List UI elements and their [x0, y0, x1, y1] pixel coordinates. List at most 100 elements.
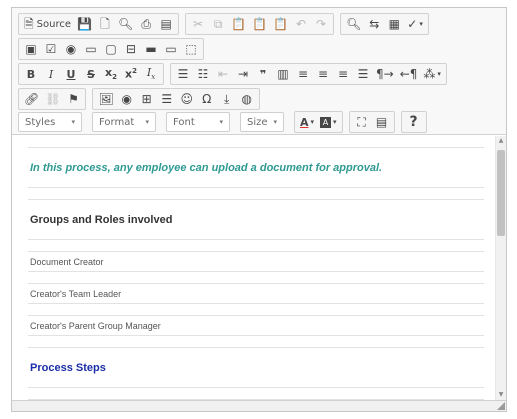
create-div-button[interactable]: ▥ — [273, 65, 293, 83]
text-field-icon: ▭ — [85, 42, 97, 56]
anchor-button[interactable]: ⚑ — [63, 90, 83, 108]
vertical-scrollbar[interactable]: ▲ ▼ — [495, 136, 506, 400]
chevron-down-icon: ▾ — [333, 117, 337, 126]
undo-button[interactable]: ↶ — [291, 15, 311, 33]
editor-bottom-bar — [12, 400, 506, 411]
new-page-button[interactable]: 🗋 — [95, 15, 115, 33]
print-button[interactable]: ⎙ — [136, 15, 156, 33]
paste-text-button[interactable]: 📋 — [249, 15, 270, 33]
resize-grip-icon[interactable] — [497, 402, 505, 410]
remove-format-button[interactable]: Ix — [141, 65, 161, 83]
styles-combo[interactable]: Styles ▾ — [18, 112, 82, 132]
subscript-button[interactable]: x2 — [101, 65, 121, 83]
form-button[interactable]: ▣ — [21, 40, 41, 58]
textarea-button[interactable]: ▢ — [101, 40, 121, 58]
italic-button[interactable]: I — [41, 65, 61, 83]
blockquote-button[interactable]: ❞ — [253, 65, 273, 83]
text-color-button[interactable]: A ▾ — [297, 113, 317, 131]
text-color-icon: A — [300, 115, 309, 129]
ltr-button[interactable]: ¶→ — [373, 65, 397, 83]
chevron-down-icon: ▾ — [437, 69, 441, 78]
superscript-button[interactable]: x2 — [121, 65, 141, 83]
copy-button[interactable]: ⧉ — [208, 15, 228, 33]
checkbox-button[interactable]: ☑ — [41, 40, 61, 58]
scroll-up-arrow-icon[interactable]: ▲ — [496, 136, 506, 146]
align-center-button[interactable]: ≡ — [313, 65, 333, 83]
new-page-icon: 🗋 — [100, 17, 110, 31]
source-button[interactable]: 🗎 Source — [21, 15, 74, 33]
checkbox-icon: ☑ — [45, 42, 57, 56]
unlink-button[interactable]: ⛓ — [42, 90, 63, 108]
iframe-button[interactable]: ◍ — [237, 90, 257, 108]
paste-button[interactable]: 📋 — [228, 15, 249, 33]
underline-icon: U — [66, 67, 76, 81]
paste-word-button[interactable]: 📋 — [270, 15, 291, 33]
table-row — [28, 187, 484, 200]
size-combo[interactable]: Size ▾ — [240, 112, 284, 132]
preview-button[interactable]: 🔍︎ — [115, 15, 136, 33]
insert-group: 🖼︎ ◉ ⊞ ☰ ☺ Ω ⤓ ◍ — [92, 88, 260, 110]
replace-button[interactable]: ⇆ — [364, 15, 384, 33]
intro-text: In this process, any employee can upload… — [28, 147, 484, 188]
chevron-down-icon: ▾ — [71, 118, 75, 126]
table-button[interactable]: ⊞ — [137, 90, 157, 108]
numbered-list-button[interactable]: ☰ — [173, 65, 193, 83]
image-button-button[interactable]: ▭ — [161, 40, 181, 58]
select-all-button[interactable]: ▦ — [384, 15, 404, 33]
spellcheck-button[interactable]: ✓ ▾ — [404, 15, 426, 33]
table-row: Creator's Team Leader — [28, 283, 484, 304]
show-blocks-button[interactable]: ▤ — [372, 113, 392, 131]
hidden-field-icon: ⬚ — [185, 42, 197, 56]
smiley-icon: ☺ — [180, 92, 193, 106]
justify-button[interactable]: ☰ — [353, 65, 373, 83]
scroll-down-arrow-icon[interactable]: ▼ — [496, 390, 506, 400]
hidden-field-button[interactable]: ⬚ — [181, 40, 201, 58]
steps-heading: Process Steps — [28, 347, 484, 388]
smiley-button[interactable]: ☺ — [177, 90, 197, 108]
strike-button[interactable]: S — [81, 65, 101, 83]
find-icon: 🔍︎ — [346, 17, 362, 31]
italic-icon: I — [48, 67, 54, 81]
rtl-button[interactable]: ←¶ — [397, 65, 421, 83]
templates-button[interactable]: ▤ — [156, 15, 176, 33]
bg-color-button[interactable]: A ▾ — [317, 113, 340, 131]
font-combo[interactable]: Font ▾ — [166, 112, 230, 132]
flash-button[interactable]: ◉ — [117, 90, 137, 108]
format-combo[interactable]: Format ▾ — [92, 112, 156, 132]
find-button[interactable]: 🔍︎ — [343, 15, 364, 33]
page-break-button[interactable]: ⤓ — [217, 90, 237, 108]
colors-group: A ▾ A ▾ — [294, 111, 343, 133]
bg-color-icon: A — [320, 116, 332, 128]
form-button-button[interactable]: ▬ — [141, 40, 161, 58]
unlink-icon: ⛓ — [45, 92, 61, 106]
horizontal-rule-button[interactable]: ☰ — [157, 90, 177, 108]
source-icon: 🗎 — [24, 17, 34, 31]
bulleted-list-button[interactable]: ☷ — [193, 65, 213, 83]
select-field-icon: ⊟ — [125, 42, 137, 56]
text-field-button[interactable]: ▭ — [81, 40, 101, 58]
align-left-button[interactable]: ≡ — [293, 65, 313, 83]
replace-icon: ⇆ — [369, 17, 380, 31]
image-button[interactable]: 🖼︎ — [95, 90, 116, 108]
help-button[interactable]: ? — [404, 113, 424, 131]
outdent-button[interactable]: ⇤ — [213, 65, 233, 83]
special-char-button[interactable]: Ω — [197, 90, 217, 108]
editor-content[interactable]: In this process, any employee can upload… — [12, 136, 506, 400]
radio-button[interactable]: ◉ — [61, 40, 81, 58]
select-field-button[interactable]: ⊟ — [121, 40, 141, 58]
align-right-button[interactable]: ≡ — [333, 65, 353, 83]
language-button[interactable]: ⁂ ▾ — [420, 65, 444, 83]
underline-button[interactable]: U — [61, 65, 81, 83]
link-icon: 🔗︎ — [24, 92, 40, 106]
save-button[interactable]: 💾 — [74, 15, 95, 33]
bold-button[interactable]: B — [21, 65, 41, 83]
print-icon: ⎙ — [141, 17, 151, 31]
maximize-button[interactable]: ⛶ — [352, 113, 372, 131]
scroll-thumb[interactable] — [497, 150, 505, 236]
chevron-down-icon: ▾ — [145, 118, 149, 126]
role-item: Document Creator — [28, 251, 484, 272]
link-button[interactable]: 🔗︎ — [21, 90, 42, 108]
cut-button[interactable]: ✂ — [188, 15, 208, 33]
indent-button[interactable]: ⇥ — [233, 65, 253, 83]
redo-button[interactable]: ↷ — [311, 15, 331, 33]
